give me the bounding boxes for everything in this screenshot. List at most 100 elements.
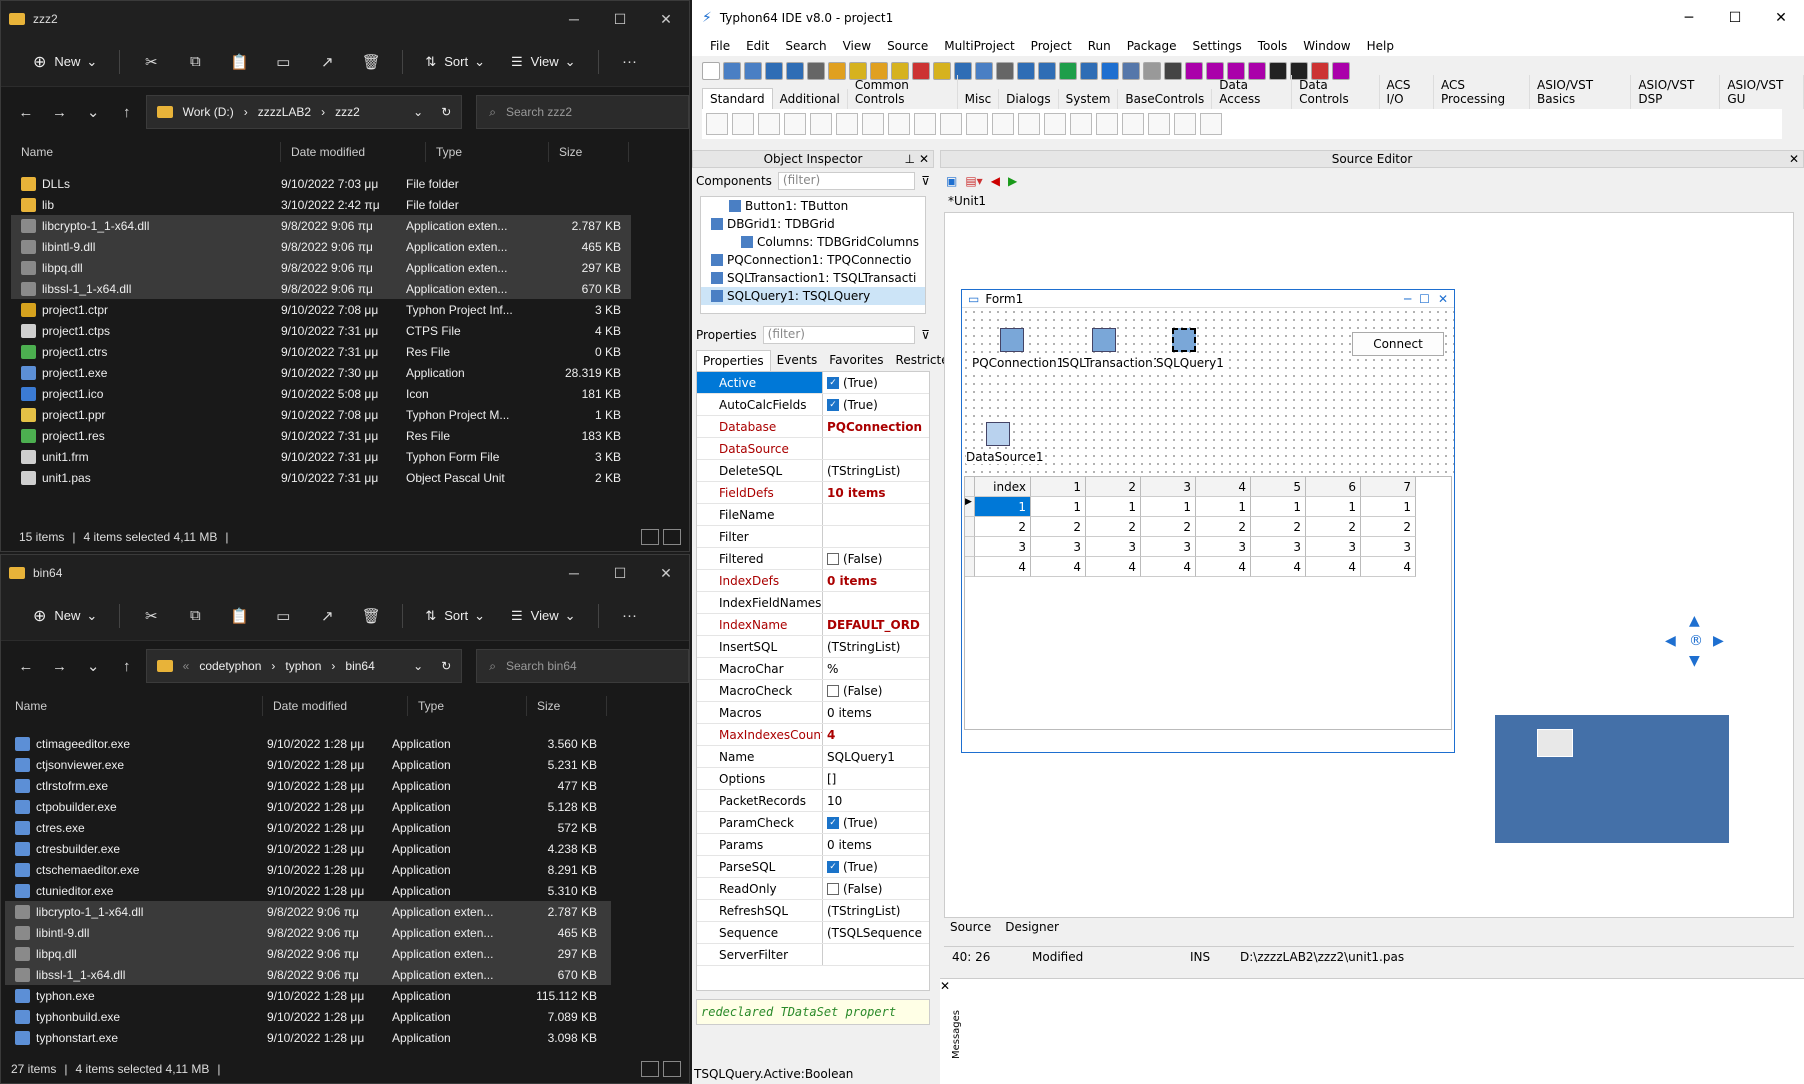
file-row[interactable]: typhonbuild.exe 9/10/2022 1:28 μμ Applicat… bbox=[5, 1006, 611, 1027]
cut-icon[interactable]: ✂ bbox=[132, 46, 170, 78]
tab-source[interactable]: Source bbox=[950, 920, 991, 940]
grid-cell[interactable]: 2 bbox=[975, 517, 1031, 537]
minimize-button[interactable]: ─ bbox=[551, 11, 597, 28]
property-row[interactable]: DataSource bbox=[697, 438, 929, 460]
property-value[interactable]: SQLQuery1 bbox=[823, 746, 929, 767]
palette-component-icon[interactable] bbox=[1018, 113, 1040, 135]
file-row[interactable]: unit1.frm 9/10/2022 7:31 μμ Typhon Form Fi… bbox=[11, 446, 631, 467]
palette-tab[interactable]: Dialogs bbox=[999, 89, 1059, 109]
tree-node[interactable]: SQLTransaction1: TSQLTransacti bbox=[701, 269, 925, 287]
file-row[interactable]: ctschemaeditor.exe 9/10/2022 1:28 μμ Appli… bbox=[5, 859, 611, 880]
palette-tab[interactable]: ASIO/VST DSP bbox=[1631, 75, 1721, 109]
palette-tab[interactable]: Misc bbox=[958, 89, 1000, 109]
file-row[interactable]: libintl-9.dll 9/8/2022 9:06 πμ Application… bbox=[11, 236, 631, 257]
checkbox[interactable] bbox=[827, 684, 839, 697]
grid-cell[interactable]: 3 bbox=[1031, 537, 1086, 557]
grid-cell[interactable]: 1 bbox=[1086, 497, 1141, 517]
palette-component-icon[interactable] bbox=[1070, 113, 1092, 135]
recent-icon[interactable]: ⌄ bbox=[78, 103, 108, 121]
toolbar-button-icon[interactable] bbox=[1101, 62, 1119, 80]
file-row[interactable]: lib 3/10/2022 2:42 πμ File folder bbox=[11, 194, 631, 215]
property-value[interactable]: 10 items bbox=[823, 482, 929, 503]
property-value[interactable]: (TStringList) bbox=[823, 460, 929, 481]
file-row[interactable]: libcrypto-1_1-x64.dll 9/8/2022 9:06 πμ App… bbox=[5, 901, 611, 922]
file-row[interactable]: ctjsonviewer.exe 9/10/2022 1:28 μμ Applica… bbox=[5, 754, 611, 775]
col-date[interactable]: Date modified bbox=[281, 142, 426, 162]
property-row[interactable]: DeleteSQL (TStringList) bbox=[697, 460, 929, 482]
palette-tab[interactable]: ASIO/VST GU bbox=[1720, 75, 1804, 109]
palette-tab[interactable]: Data Controls bbox=[1292, 75, 1380, 109]
property-value[interactable]: (TSQLSequence bbox=[823, 922, 929, 943]
close-button[interactable]: ✕ bbox=[643, 11, 689, 28]
rename-icon[interactable]: ▭ bbox=[264, 600, 302, 632]
grid-cell[interactable]: 2 bbox=[1141, 517, 1196, 537]
new-button[interactable]: ⊕ New ⌄ bbox=[23, 46, 107, 78]
view-button[interactable]: ☰ View ⌄ bbox=[501, 600, 586, 632]
file-row[interactable]: libcrypto-1_1-x64.dll 9/8/2022 9:06 πμ App… bbox=[11, 215, 631, 236]
sort-button[interactable]: ⇅ Sort ⌄ bbox=[415, 46, 495, 78]
paste-icon[interactable]: 📋 bbox=[220, 46, 258, 78]
property-row[interactable]: Active ✓ (True) bbox=[697, 372, 929, 394]
toolbar-button-icon[interactable] bbox=[786, 62, 804, 80]
grid-cell[interactable]: 1 bbox=[1141, 497, 1196, 517]
grid-header-cell[interactable]: 6 bbox=[1306, 477, 1361, 497]
close-button[interactable]: ✕ bbox=[643, 565, 689, 582]
palette-component-icon[interactable] bbox=[1174, 113, 1196, 135]
center-icon[interactable]: ® bbox=[1689, 633, 1703, 649]
menu-package[interactable]: Package bbox=[1119, 39, 1185, 53]
sort-button[interactable]: ⇅ Sort ⌄ bbox=[415, 600, 495, 632]
file-row[interactable]: libssl-1_1-x64.dll 9/8/2022 9:06 πμ Applic… bbox=[11, 278, 631, 299]
grid-cell[interactable]: 4 bbox=[1196, 557, 1251, 577]
form-canvas[interactable]: PQConnection1 SQLTransaction1 SQLQuery1 … bbox=[962, 308, 1454, 478]
grid-header-cell[interactable]: 2 bbox=[1086, 477, 1141, 497]
toolbar-button-icon[interactable] bbox=[1143, 62, 1161, 80]
up-icon[interactable]: ↑ bbox=[112, 104, 142, 121]
menu-window[interactable]: Window bbox=[1295, 39, 1358, 53]
minimize-button[interactable]: ─ bbox=[1666, 10, 1712, 26]
back-arrow-icon[interactable]: ◀ bbox=[991, 174, 1000, 188]
menu-project[interactable]: Project bbox=[1023, 39, 1080, 53]
file-row[interactable]: ctlrstofrm.exe 9/10/2022 1:28 μμ Applicati… bbox=[5, 775, 611, 796]
minimize-icon[interactable]: ─ bbox=[1404, 292, 1411, 306]
close-icon[interactable]: ✕ bbox=[919, 152, 929, 166]
property-row[interactable]: IndexDefs 0 items bbox=[697, 570, 929, 592]
checkbox[interactable] bbox=[827, 552, 839, 565]
file-row[interactable]: typhon.exe 9/10/2022 1:28 μμ Application 11… bbox=[5, 985, 611, 1006]
grid-cell[interactable]: 1 bbox=[1031, 497, 1086, 517]
property-value[interactable]: ✓ (True) bbox=[823, 394, 929, 415]
file-row[interactable]: project1.ctpr 9/10/2022 7:08 μμ Typhon Pro… bbox=[11, 299, 631, 320]
toolbar-button-icon[interactable] bbox=[807, 62, 825, 80]
view-button[interactable]: ☰ View ⌄ bbox=[501, 46, 586, 78]
property-value[interactable]: (False) bbox=[823, 878, 929, 899]
property-value[interactable]: (False) bbox=[823, 548, 929, 569]
palette-tab[interactable]: ASIO/VST Basics bbox=[1530, 75, 1632, 109]
palette-tab[interactable]: Data Access bbox=[1212, 75, 1293, 109]
component-list-icon[interactable]: ▤▾ bbox=[965, 174, 982, 188]
toolbar-button-icon[interactable] bbox=[1122, 62, 1140, 80]
property-value[interactable] bbox=[823, 944, 929, 965]
property-row[interactable]: ParseSQL ✓ (True) bbox=[697, 856, 929, 878]
menu-help[interactable]: Help bbox=[1359, 39, 1402, 53]
grid-cell[interactable]: 4 bbox=[1141, 557, 1196, 577]
file-row[interactable]: project1.ctrs 9/10/2022 7:31 μμ Res File 0 … bbox=[11, 341, 631, 362]
property-row[interactable]: Macros 0 items bbox=[697, 702, 929, 724]
toolbar-button-icon[interactable] bbox=[765, 62, 783, 80]
grid-cell[interactable]: 4 bbox=[1306, 557, 1361, 577]
property-row[interactable]: Database PQConnection bbox=[697, 416, 929, 438]
grid-header-cell[interactable]: 1 bbox=[1031, 477, 1086, 497]
menu-search[interactable]: Search bbox=[777, 39, 834, 53]
grid-cell[interactable]: 3 bbox=[1306, 537, 1361, 557]
grid-cell[interactable]: 1 bbox=[1196, 497, 1251, 517]
palette-component-icon[interactable] bbox=[758, 113, 780, 135]
close-icon[interactable]: ✕ bbox=[1789, 152, 1799, 166]
file-row[interactable]: ctresbuilder.exe 9/10/2022 1:28 μμ Applica… bbox=[5, 838, 611, 859]
file-row[interactable]: project1.ico 9/10/2022 5:08 μμ Icon 181 KB bbox=[11, 383, 631, 404]
inspector-tab[interactable]: Events bbox=[771, 350, 824, 371]
palette-component-icon[interactable] bbox=[732, 113, 754, 135]
property-row[interactable]: AutoCalcFields ✓ (True) bbox=[697, 394, 929, 416]
property-row[interactable]: Filter bbox=[697, 526, 929, 548]
close-button[interactable]: ✕ bbox=[1758, 10, 1804, 26]
menu-source[interactable]: Source bbox=[879, 39, 936, 53]
tab-designer[interactable]: Designer bbox=[1005, 920, 1059, 940]
col-size[interactable]: Size bbox=[549, 142, 629, 162]
